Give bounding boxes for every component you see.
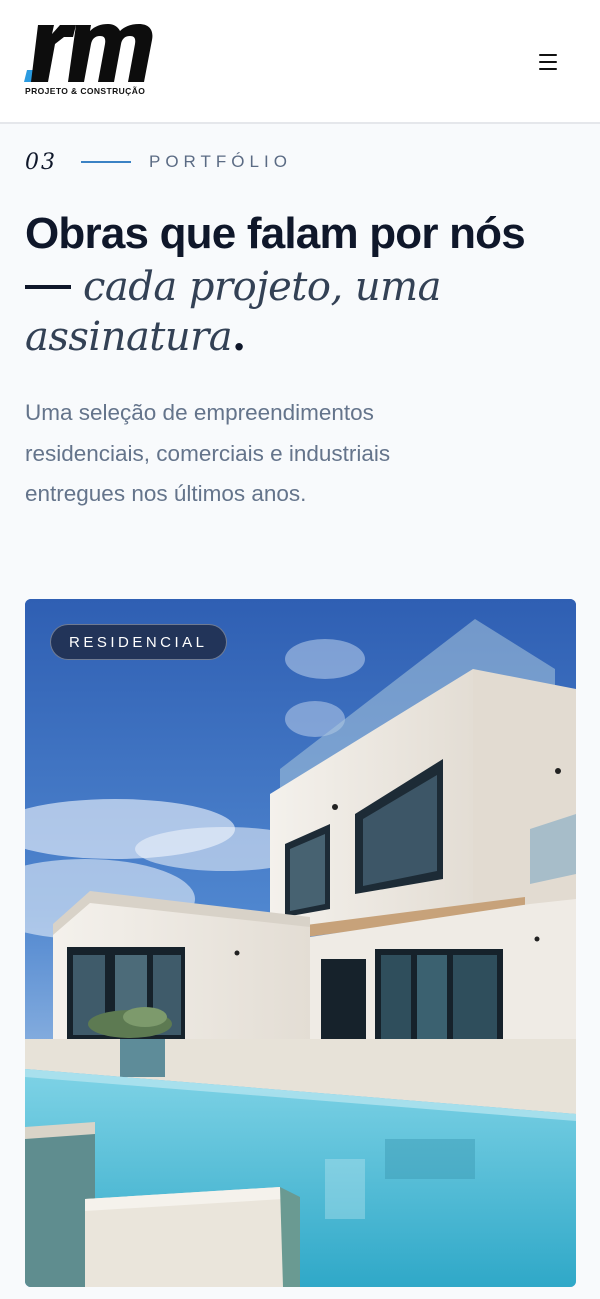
hamburger-menu-icon bbox=[539, 54, 557, 56]
section-description: Uma seleção de empreendimentos residenci… bbox=[25, 400, 391, 506]
title-period: . bbox=[232, 313, 247, 360]
logo-tagline: PROJETO & CONSTRUÇÃO bbox=[25, 86, 146, 96]
project-card[interactable]: RESIDENCIAL bbox=[25, 599, 576, 1287]
eyebrow-divider bbox=[81, 161, 131, 163]
title-line-2: cada projeto, uma bbox=[25, 261, 585, 313]
rm-logo-mark bbox=[24, 24, 153, 82]
menu-button[interactable] bbox=[528, 48, 568, 76]
title-line-3: assinatura. bbox=[25, 313, 585, 363]
title-italic-1: cada projeto, uma bbox=[83, 264, 441, 310]
title-line-1: Obras que falam por nós bbox=[25, 209, 526, 258]
section-number: 03 bbox=[25, 149, 57, 175]
section-eyebrow: 03 PORTFÓLIO bbox=[25, 146, 292, 178]
title-dash bbox=[25, 285, 71, 289]
project-photo bbox=[25, 599, 576, 1287]
category-badge: RESIDENCIAL bbox=[50, 624, 227, 660]
title-italic-2: assinatura bbox=[25, 314, 233, 360]
site-header: PROJETO & CONSTRUÇÃO bbox=[0, 0, 600, 124]
page-title: Obras que falam por nós cada projeto, um… bbox=[25, 207, 585, 363]
rm-logo[interactable]: PROJETO & CONSTRUÇÃO bbox=[24, 22, 156, 100]
section-label: PORTFÓLIO bbox=[149, 152, 292, 171]
